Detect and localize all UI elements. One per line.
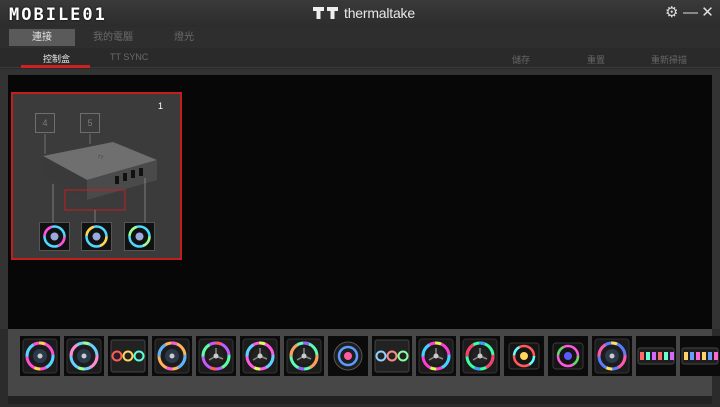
device-thumb-ring-fan[interactable] xyxy=(64,336,104,376)
device-thumb-ring-fan[interactable] xyxy=(152,336,192,376)
rgb-fan-icon xyxy=(85,225,108,248)
box-port xyxy=(131,170,135,178)
device-library xyxy=(0,329,720,407)
rgb-fan-icon xyxy=(43,225,66,248)
pump-icon xyxy=(333,341,363,371)
fan-slot-3[interactable] xyxy=(124,222,155,251)
tab-my-computer[interactable]: 我的電腦 xyxy=(80,29,146,46)
blade-fan-icon xyxy=(286,338,322,374)
active-subtab-indicator xyxy=(21,65,90,68)
block-icon xyxy=(508,342,540,370)
blade-fan-icon xyxy=(418,338,454,374)
subtab-tt-sync[interactable]: TT SYNC xyxy=(110,52,148,62)
device-thumb-pump[interactable] xyxy=(328,336,368,376)
device-thumb-triple-fan[interactable] xyxy=(372,336,412,376)
blade-fan-icon xyxy=(242,338,278,374)
reset-button[interactable]: 重置 xyxy=(587,53,605,66)
settings-icon[interactable]: ⚙ xyxy=(665,5,678,21)
ring-fan-icon xyxy=(154,338,190,374)
watermark-logo: MOBILE01 xyxy=(9,4,107,26)
device-thumb-ring-fan[interactable] xyxy=(592,336,632,376)
triple-fan-icon xyxy=(110,339,146,373)
fan-slot-2[interactable] xyxy=(81,222,112,251)
device-strip-scrollbar[interactable] xyxy=(8,396,712,404)
sub-tab-bar: 控制盒 TT SYNC 儲存 重置 重新掃描 xyxy=(0,48,720,68)
rgb-fan-icon xyxy=(128,225,151,248)
device-strip xyxy=(8,329,720,396)
watermark-text: MOBILE01 xyxy=(9,5,107,25)
window-controls: ⚙ — ✕ xyxy=(665,5,714,21)
strip-icon xyxy=(681,347,719,365)
device-thumb-triple-fan[interactable] xyxy=(108,336,148,376)
port-box-4[interactable]: 4 xyxy=(35,113,55,133)
tab-lighting[interactable]: 燈光 xyxy=(151,29,217,46)
device-thumb-block[interactable] xyxy=(548,336,588,376)
box-port xyxy=(115,176,119,184)
fan-slot-1[interactable] xyxy=(39,222,70,251)
device-thumb-blade-fan[interactable] xyxy=(240,336,280,376)
ring-fan-icon xyxy=(594,338,630,374)
box-port xyxy=(123,173,127,181)
thermaltake-logo-icon xyxy=(313,7,338,19)
controller-number: 1 xyxy=(157,101,163,111)
blade-fan-icon xyxy=(198,338,234,374)
main-tab-bar: 連接 我的電腦 燈光 xyxy=(0,27,720,48)
controller-card[interactable]: 1 4 5 TT xyxy=(11,92,182,260)
title-bar: MOBILE01 thermaltake ⚙ — ✕ xyxy=(0,0,720,27)
close-icon[interactable]: ✕ xyxy=(701,5,714,21)
save-button[interactable]: 儲存 xyxy=(512,53,530,66)
ring-fan-icon xyxy=(22,338,58,374)
tab-connect[interactable]: 連接 xyxy=(9,29,75,46)
brand-name: thermaltake xyxy=(344,5,415,21)
block-icon xyxy=(552,342,584,370)
port-box-5[interactable]: 5 xyxy=(80,113,100,133)
device-thumb-block[interactable] xyxy=(504,336,544,376)
minimize-icon[interactable]: — xyxy=(683,5,698,21)
triple-fan-icon xyxy=(374,339,410,373)
device-thumb-blade-fan[interactable] xyxy=(460,336,500,376)
brand-logo: thermaltake xyxy=(313,5,415,21)
controller-box-image: TT xyxy=(43,134,157,222)
device-thumb-blade-fan[interactable] xyxy=(416,336,456,376)
device-thumb-blade-fan[interactable] xyxy=(196,336,236,376)
device-thumb-ring-fan[interactable] xyxy=(20,336,60,376)
device-thumb-strip[interactable] xyxy=(680,336,720,376)
strip-icon xyxy=(637,347,675,365)
device-thumb-blade-fan[interactable] xyxy=(284,336,324,376)
ring-fan-icon xyxy=(66,338,102,374)
box-port xyxy=(139,168,143,176)
device-thumb-strip[interactable] xyxy=(636,336,676,376)
subtab-controller[interactable]: 控制盒 xyxy=(43,52,70,65)
rescan-button[interactable]: 重新掃描 xyxy=(651,53,687,66)
blade-fan-icon xyxy=(462,338,498,374)
